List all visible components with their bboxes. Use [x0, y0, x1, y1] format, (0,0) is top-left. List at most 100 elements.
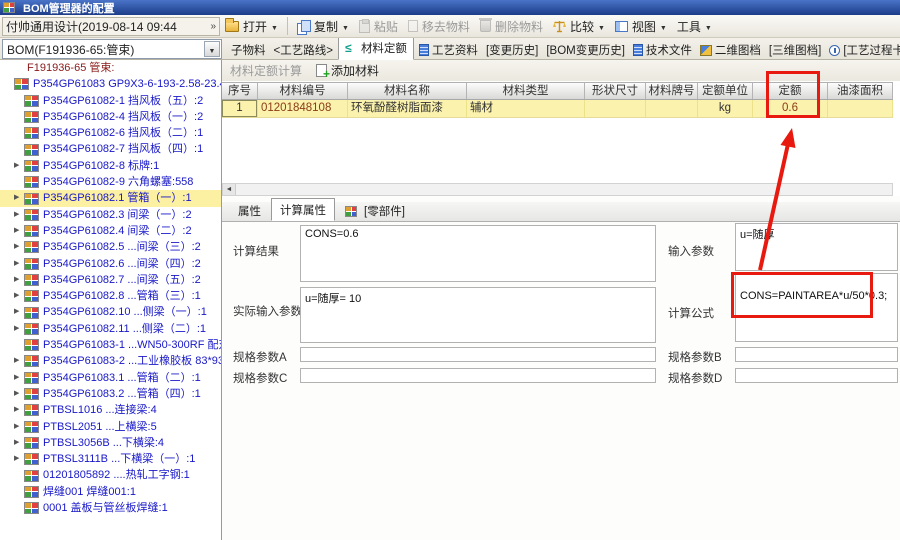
table-cell[interactable]: 辅材: [467, 100, 585, 117]
expand-arrow-icon[interactable]: ▶: [14, 451, 24, 467]
tree-item[interactable]: ▶P354GP61082.11 ...侧梁（二）:1: [0, 321, 221, 337]
tree-item[interactable]: P354GP61083 GP9X3-6-193-2.58-23.4/DR-III…: [0, 76, 221, 92]
compare-button[interactable]: 比较: [548, 16, 610, 37]
expand-arrow-icon[interactable]: ▶: [14, 223, 24, 239]
expand-arrow-icon[interactable]: ▶: [14, 321, 24, 337]
table-cell[interactable]: 01201848108: [258, 100, 348, 117]
tree-item[interactable]: ▶P354GP61083-2 ...工业橡胶板 83*93*93:4: [0, 353, 221, 369]
table-cell[interactable]: [585, 100, 646, 117]
tree-item[interactable]: ▶P354GP61082.4 间梁（二）:2: [0, 223, 221, 239]
expand-arrow-icon[interactable]: ▶: [14, 207, 24, 223]
tree-item[interactable]: P354GP61083-1 ...WN50-300RF 配对法兰:4: [0, 337, 221, 353]
tree-item[interactable]: F191936-65 管束:: [0, 60, 221, 76]
tree-item[interactable]: ▶P354GP61082-8 标牌:1: [0, 158, 221, 174]
main-toolbar: 付帅通用设计(2019-08-14 09:44 » 打开 复制 粘贴 移去物料 …: [0, 15, 900, 38]
tab-sub-material[interactable]: 子物料: [228, 39, 269, 60]
bom-select[interactable]: BOM(F191936-65:管束): [2, 39, 222, 59]
view-button[interactable]: 视图: [610, 16, 672, 37]
expand-arrow-icon[interactable]: ▶: [14, 435, 24, 451]
tree-item[interactable]: ▶PTBSL2051 ...上横梁:5: [0, 419, 221, 435]
column-header[interactable]: 材料牌号: [646, 83, 698, 99]
detail-tab-calc-attributes[interactable]: 计算属性: [271, 198, 335, 221]
open-button[interactable]: 打开: [220, 16, 283, 37]
tree-item[interactable]: 0001 盖板与管丝板焊缝:1: [0, 500, 221, 516]
tree-item[interactable]: 01201805892 ....热轧工字钢:1: [0, 467, 221, 483]
spec-b-field[interactable]: [735, 347, 898, 362]
expand-arrow-icon[interactable]: ▶: [14, 304, 24, 320]
tree-item[interactable]: P354GP61082-1 挡风板（五）:2: [0, 93, 221, 109]
expand-arrow-icon[interactable]: ▶: [14, 288, 24, 304]
dropdown-arrow-icon: [342, 19, 349, 33]
expand-arrow-icon[interactable]: ▶: [14, 370, 24, 386]
tab-change-history[interactable]: [变更历史]: [483, 39, 541, 60]
tree-item[interactable]: ▶P354GP61083.1 ...管箱（二）:1: [0, 370, 221, 386]
tree-item[interactable]: ▶P354GP61082.8 ...管箱（三）:1: [0, 288, 221, 304]
tree-item[interactable]: 焊缝001 焊缝001:1: [0, 484, 221, 500]
tab-process-card[interactable]: [工艺过程卡]: [826, 39, 900, 60]
table-cell[interactable]: [646, 100, 698, 117]
tree-item[interactable]: P354GP61082-6 挡风板（二）:1: [0, 125, 221, 141]
calc-result-field[interactable]: CONS=0.6: [300, 225, 656, 282]
profile-selector[interactable]: 付帅通用设计(2019-08-14 09:44 »: [2, 17, 220, 36]
tab-process-data[interactable]: 工艺资料: [416, 39, 481, 60]
column-header[interactable]: 定额: [753, 83, 828, 99]
tree-item[interactable]: ▶P354GP61082.5 ...间梁（三）:2: [0, 239, 221, 255]
actual-input-field[interactable]: u=随厚= 10: [300, 287, 656, 343]
expand-arrow-icon[interactable]: ▶: [14, 386, 24, 402]
detail-tab-attributes[interactable]: 属性: [230, 200, 269, 221]
tree-item[interactable]: ▶P354GP61083.2 ...管箱（四）:1: [0, 386, 221, 402]
tree-item[interactable]: P354GP61082-4 挡风板（一）:2: [0, 109, 221, 125]
tree-item[interactable]: ▶PTBSL3111B ...下横梁（一）:1: [0, 451, 221, 467]
tree-item[interactable]: ▶PTBSL3056B ...下横梁:4: [0, 435, 221, 451]
expand-arrow-icon[interactable]: ▶: [14, 256, 24, 272]
expand-arrow-icon[interactable]: ▶: [14, 402, 24, 418]
tab-process-route[interactable]: <工艺路线>: [271, 39, 336, 60]
copy-button[interactable]: 复制: [292, 16, 354, 37]
tab-tech-files[interactable]: 技术文件: [630, 39, 695, 60]
column-header[interactable]: 材料名称: [348, 83, 467, 99]
spec-c-field[interactable]: [300, 368, 656, 383]
column-header[interactable]: 定额单位: [698, 83, 753, 99]
tree-item[interactable]: ▶P354GP61082.3 间梁（一）:2: [0, 207, 221, 223]
tab-drawing-3d[interactable]: [三维图档]: [766, 39, 824, 60]
table-cell[interactable]: 1: [222, 100, 258, 117]
horizontal-scrollbar[interactable]: ◄: [222, 183, 893, 196]
bom-item-icon: [24, 307, 39, 319]
table-cell[interactable]: 环氧酚醛树脂面漆: [348, 100, 467, 117]
tree-item[interactable]: P354GP61082-9 六角螺塞:558: [0, 174, 221, 190]
tab-bom-change-history[interactable]: [BOM变更历史]: [543, 39, 628, 60]
tools-button[interactable]: 工具: [672, 16, 717, 37]
expand-arrow-icon[interactable]: ▶: [14, 272, 24, 288]
tree-item[interactable]: ▶P354GP61082.7 ...间梁（五）:2: [0, 272, 221, 288]
table-row[interactable]: 101201848108环氧酚醛树脂面漆辅材 kg0.6: [222, 100, 893, 118]
formula-field[interactable]: CONS=PAINTAREA*u/50*0.3;: [735, 273, 898, 342]
spec-d-field[interactable]: [735, 368, 898, 383]
expand-arrow-icon[interactable]: ▶: [14, 158, 24, 174]
expand-arrow-icon[interactable]: ▶: [14, 353, 24, 369]
column-header[interactable]: 序号: [222, 83, 258, 99]
column-header[interactable]: 材料类型: [467, 83, 585, 99]
tree-item[interactable]: ▶P354GP61082.10 ...侧梁（一）:1: [0, 304, 221, 320]
table-cell[interactable]: kg: [698, 100, 753, 117]
detail-tab-parts[interactable]: [零部件]: [337, 200, 413, 221]
tab-drawing-2d[interactable]: 二维图档: [697, 39, 764, 60]
tree-item[interactable]: ▶P354GP61082.1 管箱（一）:1: [0, 190, 221, 206]
expand-arrow-icon[interactable]: ▶: [14, 190, 24, 206]
tree-item[interactable]: ▶P354GP61082.6 ...间梁（四）:2: [0, 256, 221, 272]
column-header[interactable]: 形状尺寸: [585, 83, 646, 99]
combo-dropdown-button[interactable]: [204, 41, 220, 57]
expand-arrow-icon[interactable]: ▶: [14, 419, 24, 435]
spec-a-field[interactable]: [300, 347, 656, 362]
expand-arrow-icon[interactable]: ▶: [14, 239, 24, 255]
tab-material-quota[interactable]: 材料定额: [338, 38, 414, 60]
tree-item[interactable]: P354GP61082-7 挡风板（四）:1: [0, 141, 221, 157]
table-cell[interactable]: [828, 100, 893, 117]
add-material-button[interactable]: 添加材料: [316, 62, 379, 79]
chevron-right-icon[interactable]: »: [210, 21, 216, 32]
scroll-left-icon[interactable]: ◄: [223, 184, 236, 195]
table-cell[interactable]: 0.6: [753, 100, 828, 117]
column-header[interactable]: 材料编号: [258, 83, 348, 99]
input-param-field[interactable]: u=随厚: [735, 223, 898, 271]
tree-item[interactable]: ▶PTBSL1016 ...连接梁:4: [0, 402, 221, 418]
column-header[interactable]: 油漆面积: [828, 83, 893, 99]
